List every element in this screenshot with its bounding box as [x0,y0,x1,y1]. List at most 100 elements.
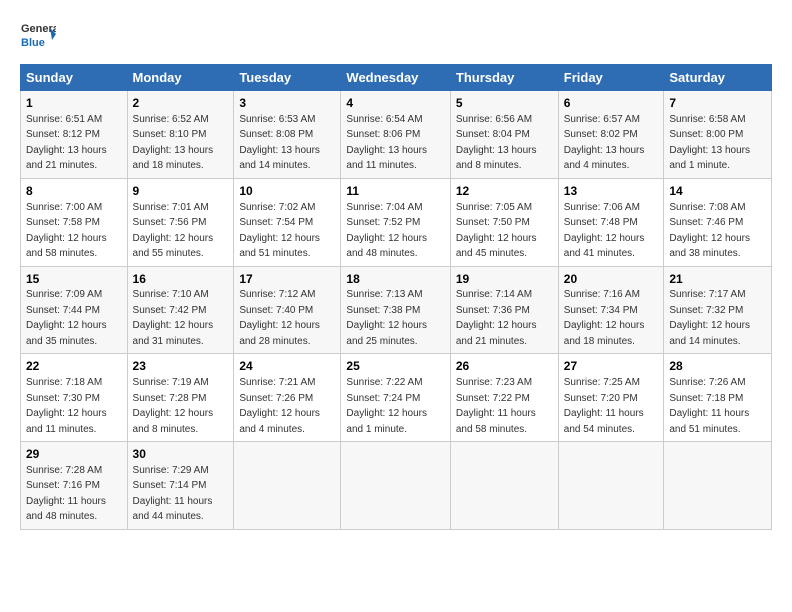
calendar-cell: 10 Sunrise: 7:02 AMSunset: 7:54 PMDayligh… [234,178,341,266]
day-info: Sunrise: 7:12 AMSunset: 7:40 PMDaylight:… [239,289,320,347]
day-info: Sunrise: 7:02 AMSunset: 7:54 PMDaylight:… [239,202,320,260]
calendar-cell: 5Sunrise: 6:56 AMSunset: 8:04 PMDaylight… [450,91,558,179]
calendar-cell: 3 Sunrise: 6:53 AMSunset: 8:08 PMDaylight… [234,91,341,179]
day-number: 29 [26,446,122,463]
day-info: Sunrise: 6:57 AMSunset: 8:02 PMDaylight:… [564,114,645,172]
calendar-cell: 30 Sunrise: 7:29 AMSunset: 7:14 PMDayligh… [127,442,234,530]
calendar-week-row: 15Sunrise: 7:09 AMSunset: 7:44 PMDayligh… [21,266,772,354]
header-cell-tuesday: Tuesday [234,65,341,91]
day-number: 18 [346,271,444,288]
day-info: Sunrise: 6:53 AMSunset: 8:08 PMDaylight:… [239,114,320,172]
calendar-cell: 27 Sunrise: 7:25 AMSunset: 7:20 PMDayligh… [558,354,664,442]
day-number: 30 [133,446,229,463]
day-info: Sunrise: 7:29 AMSunset: 7:14 PMDaylight:… [133,465,213,523]
calendar-week-row: 22 Sunrise: 7:18 AMSunset: 7:30 PMDayligh… [21,354,772,442]
day-number: 8 [26,183,122,200]
day-number: 27 [564,358,659,375]
day-info: Sunrise: 6:51 AMSunset: 8:12 PMDaylight:… [26,114,107,172]
logo: General Blue [20,18,56,54]
logo-svg: General Blue [20,18,56,54]
calendar-cell: 29 Sunrise: 7:28 AMSunset: 7:16 PMDayligh… [21,442,128,530]
day-info: Sunrise: 6:52 AMSunset: 8:10 PMDaylight:… [133,114,214,172]
day-number: 6 [564,95,659,112]
day-number: 14 [669,183,766,200]
day-number: 25 [346,358,444,375]
day-number: 23 [133,358,229,375]
calendar-cell: 20Sunrise: 7:16 AMSunset: 7:34 PMDayligh… [558,266,664,354]
day-info: Sunrise: 7:28 AMSunset: 7:16 PMDaylight:… [26,465,106,523]
calendar-cell: 4Sunrise: 6:54 AMSunset: 8:06 PMDaylight… [341,91,450,179]
calendar-cell: 24 Sunrise: 7:21 AMSunset: 7:26 PMDayligh… [234,354,341,442]
day-info: Sunrise: 7:14 AMSunset: 7:36 PMDaylight:… [456,289,537,347]
calendar-week-row: 29 Sunrise: 7:28 AMSunset: 7:16 PMDayligh… [21,442,772,530]
day-number: 20 [564,271,659,288]
header-cell-saturday: Saturday [664,65,772,91]
header-cell-wednesday: Wednesday [341,65,450,91]
calendar-cell: 26 Sunrise: 7:23 AMSunset: 7:22 PMDayligh… [450,354,558,442]
day-number: 19 [456,271,553,288]
day-info: Sunrise: 6:58 AMSunset: 8:00 PMDaylight:… [669,114,750,172]
calendar-cell [341,442,450,530]
day-info: Sunrise: 7:09 AMSunset: 7:44 PMDaylight:… [26,289,107,347]
header: General Blue [20,18,772,54]
day-number: 11 [346,183,444,200]
calendar-cell: 15Sunrise: 7:09 AMSunset: 7:44 PMDayligh… [21,266,128,354]
header-cell-thursday: Thursday [450,65,558,91]
day-info: Sunrise: 7:23 AMSunset: 7:22 PMDaylight:… [456,377,536,435]
day-number: 24 [239,358,335,375]
day-info: Sunrise: 6:56 AMSunset: 8:04 PMDaylight:… [456,114,537,172]
calendar-cell [450,442,558,530]
day-number: 16 [133,271,229,288]
header-cell-friday: Friday [558,65,664,91]
calendar-cell: 2Sunrise: 6:52 AMSunset: 8:10 PMDaylight… [127,91,234,179]
day-info: Sunrise: 7:10 AMSunset: 7:42 PMDaylight:… [133,289,214,347]
day-info: Sunrise: 7:13 AMSunset: 7:38 PMDaylight:… [346,289,427,347]
calendar-table: SundayMondayTuesdayWednesdayThursdayFrid… [20,64,772,530]
calendar-cell: 23 Sunrise: 7:19 AMSunset: 7:28 PMDayligh… [127,354,234,442]
day-info: Sunrise: 7:08 AMSunset: 7:46 PMDaylight:… [669,202,750,260]
calendar-cell: 6 Sunrise: 6:57 AMSunset: 8:02 PMDaylight… [558,91,664,179]
day-number: 28 [669,358,766,375]
day-info: Sunrise: 7:05 AMSunset: 7:50 PMDaylight:… [456,202,537,260]
day-number: 7 [669,95,766,112]
calendar-week-row: 8 Sunrise: 7:00 AMSunset: 7:58 PMDaylight… [21,178,772,266]
calendar-week-row: 1Sunrise: 6:51 AMSunset: 8:12 PMDaylight… [21,91,772,179]
day-number: 15 [26,271,122,288]
day-number: 26 [456,358,553,375]
day-info: Sunrise: 7:01 AMSunset: 7:56 PMDaylight:… [133,202,214,260]
calendar-cell: 21Sunrise: 7:17 AMSunset: 7:32 PMDayligh… [664,266,772,354]
day-info: Sunrise: 7:17 AMSunset: 7:32 PMDaylight:… [669,289,750,347]
day-info: Sunrise: 7:04 AMSunset: 7:52 PMDaylight:… [346,202,427,260]
calendar-cell: 9 Sunrise: 7:01 AMSunset: 7:56 PMDaylight… [127,178,234,266]
day-number: 12 [456,183,553,200]
calendar-cell: 28Sunrise: 7:26 AMSunset: 7:18 PMDayligh… [664,354,772,442]
calendar-cell: 1Sunrise: 6:51 AMSunset: 8:12 PMDaylight… [21,91,128,179]
day-number: 10 [239,183,335,200]
calendar-cell: 16Sunrise: 7:10 AMSunset: 7:42 PMDayligh… [127,266,234,354]
day-info: Sunrise: 7:19 AMSunset: 7:28 PMDaylight:… [133,377,214,435]
day-number: 22 [26,358,122,375]
calendar-cell: 7 Sunrise: 6:58 AMSunset: 8:00 PMDaylight… [664,91,772,179]
calendar-cell: 25 Sunrise: 7:22 AMSunset: 7:24 PMDayligh… [341,354,450,442]
day-info: Sunrise: 7:18 AMSunset: 7:30 PMDaylight:… [26,377,107,435]
header-cell-sunday: Sunday [21,65,128,91]
day-number: 4 [346,95,444,112]
day-number: 13 [564,183,659,200]
day-number: 3 [239,95,335,112]
day-info: Sunrise: 7:06 AMSunset: 7:48 PMDaylight:… [564,202,645,260]
day-info: Sunrise: 7:00 AMSunset: 7:58 PMDaylight:… [26,202,107,260]
day-number: 9 [133,183,229,200]
day-info: Sunrise: 7:21 AMSunset: 7:26 PMDaylight:… [239,377,320,435]
calendar-cell: 12 Sunrise: 7:05 AMSunset: 7:50 PMDayligh… [450,178,558,266]
day-info: Sunrise: 7:22 AMSunset: 7:24 PMDaylight:… [346,377,427,435]
calendar-cell [234,442,341,530]
day-number: 17 [239,271,335,288]
calendar-cell: 13 Sunrise: 7:06 AMSunset: 7:48 PMDayligh… [558,178,664,266]
day-number: 21 [669,271,766,288]
header-cell-monday: Monday [127,65,234,91]
calendar-cell: 18Sunrise: 7:13 AMSunset: 7:38 PMDayligh… [341,266,450,354]
day-info: Sunrise: 7:25 AMSunset: 7:20 PMDaylight:… [564,377,644,435]
day-info: Sunrise: 7:16 AMSunset: 7:34 PMDaylight:… [564,289,645,347]
svg-text:Blue: Blue [21,37,45,49]
calendar-cell: 22 Sunrise: 7:18 AMSunset: 7:30 PMDayligh… [21,354,128,442]
